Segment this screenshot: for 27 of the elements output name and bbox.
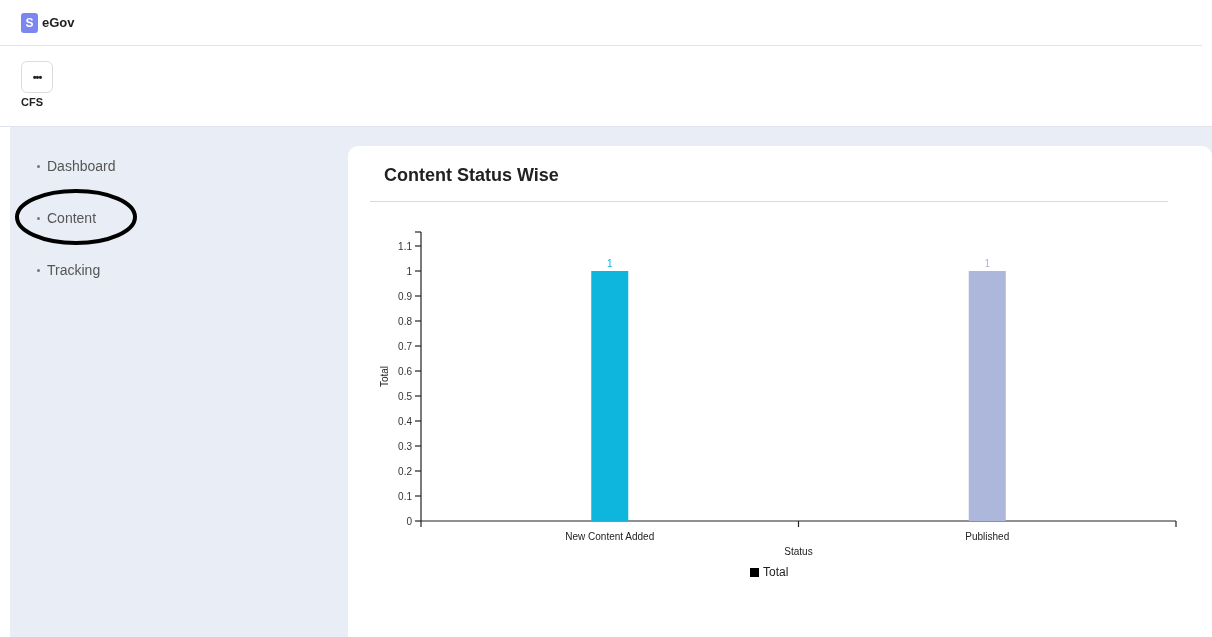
y-tick-label: 0.7 — [398, 340, 412, 352]
x-tick-label: New Content Added — [565, 531, 655, 542]
y-tick-label: 0 — [406, 515, 412, 527]
bar-value-label: 1 — [606, 258, 613, 269]
y-tick-label: 0.5 — [398, 390, 412, 402]
y-tick-label: 0.4 — [398, 415, 412, 427]
y-tick-label: 0.2 — [398, 465, 412, 477]
y-tick-label: 0.3 — [398, 440, 412, 452]
app-label: CFS — [21, 95, 44, 111]
y-axis-title: Total — [379, 365, 390, 388]
y-tick-label: 0.6 — [398, 365, 412, 377]
x-tick-label: Published — [965, 531, 1010, 542]
y-tick-label: 0.1 — [398, 490, 412, 502]
x-axis-title: Status — [784, 546, 813, 557]
legend-label: Total — [763, 565, 789, 579]
sidebar-item[interactable]: Dashboard — [37, 155, 116, 177]
y-tick-label: 0.9 — [398, 290, 412, 302]
y-tick-label: 1 — [406, 265, 412, 277]
sidebar-item[interactable]: Content — [37, 207, 97, 229]
logo: S — [21, 12, 38, 33]
card-title: Content Status Wise — [383, 164, 560, 187]
sidebar-item[interactable]: Tracking — [37, 259, 101, 281]
more-button[interactable]: ••• — [21, 61, 53, 94]
y-tick-label: 0.8 — [398, 315, 412, 327]
y-tick-label: 1.1 — [398, 240, 412, 252]
brand-name: eGov — [42, 13, 75, 32]
bar-value-label: 1 — [984, 258, 991, 269]
